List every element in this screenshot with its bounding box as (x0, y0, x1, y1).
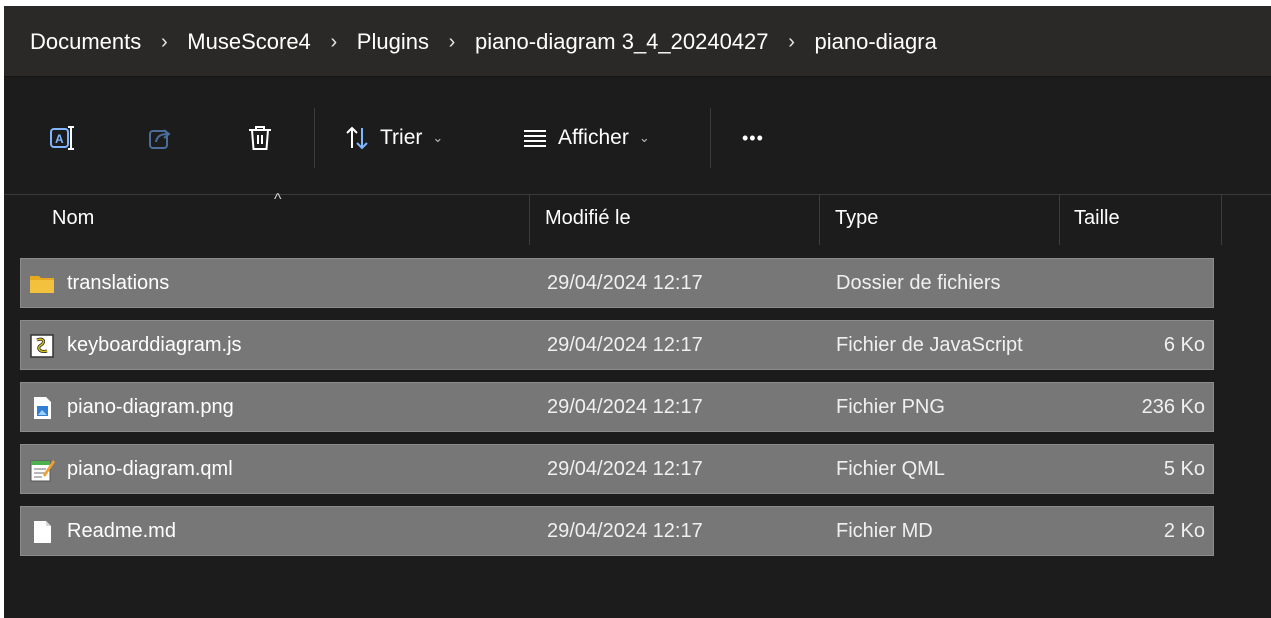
rename-icon: A (50, 126, 74, 150)
more-options-icon: ••• (742, 127, 764, 148)
file-explorer-window: Documents › MuseScore4 › Plugins › piano… (4, 6, 1271, 618)
view-label: Afficher (558, 126, 629, 149)
file-name: piano-diagram.qml (67, 458, 233, 480)
qml-file-icon (30, 460, 55, 482)
file-type: Fichier MD (836, 520, 933, 542)
text-file-icon (34, 521, 51, 543)
folder-icon (30, 276, 54, 293)
delete-button[interactable] (246, 120, 274, 156)
sort-ascending-caret-icon: ^ (274, 191, 282, 208)
rename-button[interactable]: A (48, 120, 76, 156)
file-name: Readme.md (67, 520, 176, 542)
file-row-keyboarddiagram-js[interactable]: keyboarddiagram.js 29/04/2024 12:17 Fich… (20, 320, 1214, 370)
breadcrumb-documents[interactable]: Documents (30, 29, 141, 55)
column-header-type[interactable]: Type (835, 207, 878, 230)
chevron-down-icon: ⌄ (638, 130, 650, 145)
share-icon (149, 129, 171, 149)
column-resize-handle[interactable] (819, 195, 820, 245)
file-list: translations 29/04/2024 12:17 Dossier de… (20, 258, 1214, 568)
sort-button[interactable]: Trier ⌄ (344, 120, 443, 156)
column-header-name[interactable]: Nom (52, 207, 94, 230)
breadcrumb-piano-diagram-folder[interactable]: piano-diagram 3_4_20240427 (475, 29, 769, 55)
column-resize-handle[interactable] (529, 195, 530, 245)
file-size: 2 Ko (1163, 520, 1205, 542)
toolbar-divider (314, 108, 315, 168)
svg-text:A: A (55, 132, 64, 146)
file-row-translations[interactable]: translations 29/04/2024 12:17 Dossier de… (20, 258, 1214, 308)
sort-arrows-icon (346, 126, 368, 150)
breadcrumb-chevron-icon[interactable]: › (769, 31, 815, 54)
file-modified: 29/04/2024 12:17 (547, 458, 703, 480)
trash-icon (249, 126, 271, 150)
chevron-down-icon: ⌄ (432, 130, 444, 145)
file-size: 5 Ko (1163, 458, 1205, 480)
file-modified: 29/04/2024 12:17 (547, 334, 703, 356)
file-name: translations (67, 272, 170, 294)
file-size: 6 Ko (1163, 334, 1205, 356)
share-button[interactable] (146, 120, 174, 156)
breadcrumb-chevron-icon[interactable]: › (429, 31, 475, 54)
file-type: Fichier de JavaScript (836, 334, 1023, 356)
javascript-file-icon (30, 334, 54, 358)
breadcrumb-plugins[interactable]: Plugins (357, 29, 429, 55)
file-size: 236 Ko (1141, 396, 1205, 418)
column-header-size[interactable]: Taille (1074, 207, 1120, 230)
column-header: ^ Nom Modifié le Type Taille (4, 191, 1271, 247)
view-lines-icon (524, 130, 546, 147)
breadcrumb: Documents › MuseScore4 › Plugins › piano… (30, 24, 937, 60)
file-type: Fichier QML (836, 458, 945, 480)
file-type: Dossier de fichiers (836, 272, 1001, 294)
breadcrumb-current[interactable]: piano-diagra (815, 29, 937, 55)
file-row-readme-md[interactable]: Readme.md 29/04/2024 12:17 Fichier MD 2 … (20, 506, 1214, 556)
sort-label: Trier (380, 126, 423, 149)
toolbar-divider (710, 108, 711, 168)
column-resize-handle[interactable] (1059, 195, 1060, 245)
breadcrumb-musescore4[interactable]: MuseScore4 (187, 29, 311, 55)
file-modified: 29/04/2024 12:17 (547, 272, 703, 294)
file-row-piano-diagram-png[interactable]: piano-diagram.png 29/04/2024 12:17 Fichi… (20, 382, 1214, 432)
breadcrumb-chevron-icon[interactable]: › (311, 31, 357, 54)
column-header-modified[interactable]: Modifié le (545, 207, 631, 230)
image-file-icon (34, 397, 51, 419)
file-modified: 29/04/2024 12:17 (547, 396, 703, 418)
command-bar: A Trier ⌄ Afficher ⌄ ••• (4, 86, 1271, 195)
breadcrumb-chevron-icon[interactable]: › (141, 31, 187, 54)
file-type: Fichier PNG (836, 396, 945, 418)
file-modified: 29/04/2024 12:17 (547, 520, 703, 542)
column-resize-handle[interactable] (1221, 195, 1222, 245)
more-options-button[interactable]: ••• (742, 120, 764, 156)
address-bar[interactable]: Documents › MuseScore4 › Plugins › piano… (4, 6, 1271, 77)
file-row-piano-diagram-qml[interactable]: piano-diagram.qml 29/04/2024 12:17 Fichi… (20, 444, 1214, 494)
file-name: keyboarddiagram.js (67, 334, 242, 356)
view-button[interactable]: Afficher ⌄ (522, 120, 650, 156)
file-name: piano-diagram.png (67, 396, 234, 418)
